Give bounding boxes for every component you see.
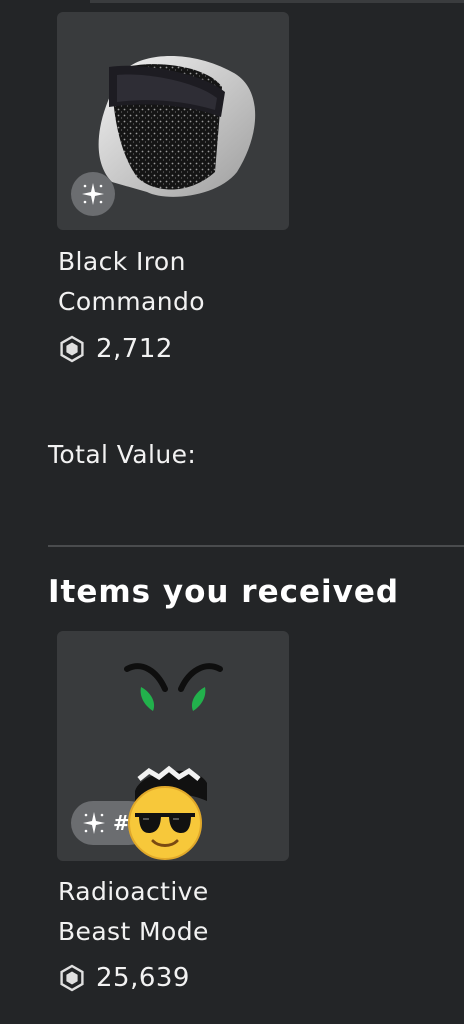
total-value-label: Total Value: [48, 440, 197, 469]
section-divider [48, 545, 464, 547]
item-name-line1[interactable]: Black Iron [58, 242, 318, 282]
price-value: 25,639 [96, 963, 190, 993]
robux-icon [60, 964, 84, 992]
sparkle-icon [82, 183, 104, 205]
section-title-items-received: Items you received [48, 574, 400, 610]
top-divider [90, 0, 464, 3]
item-name-line2[interactable]: Beast Mode [58, 912, 318, 952]
sunglasses-emoji-icon [128, 786, 202, 860]
item-thumbnail-radioactive-beast-mode[interactable]: # [57, 631, 289, 861]
price-value: 2,712 [96, 334, 173, 364]
limited-badge [71, 172, 115, 216]
item-name-line2[interactable]: Commando [58, 282, 318, 322]
sparkle-icon [83, 812, 105, 834]
item-price: 25,639 [58, 960, 190, 996]
robux-icon [60, 335, 84, 363]
item-price: 2,712 [58, 331, 173, 367]
item-thumbnail-black-iron-commando[interactable] [57, 12, 289, 230]
item-name-line1[interactable]: Radioactive [58, 872, 318, 912]
